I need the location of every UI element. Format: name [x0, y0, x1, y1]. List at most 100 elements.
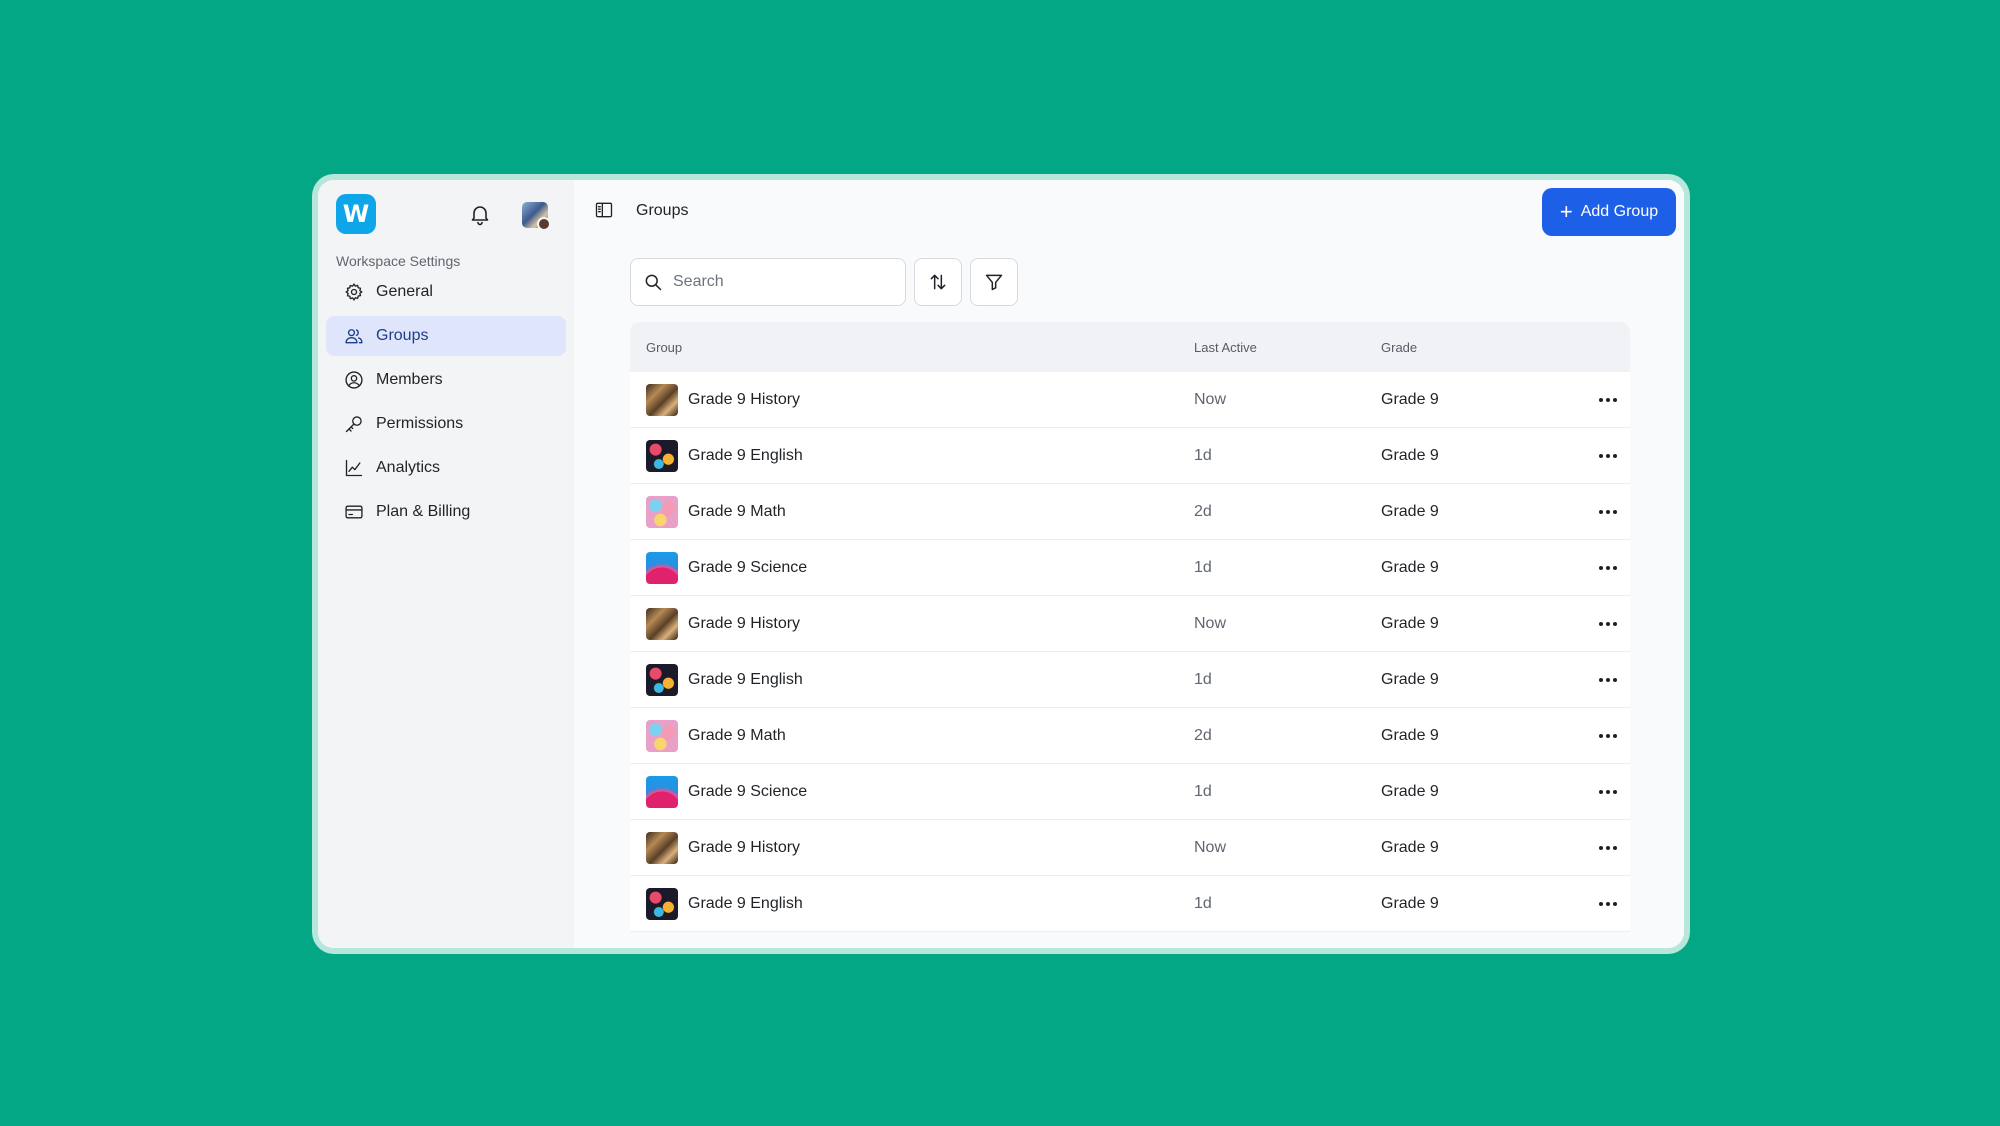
sidebar-item-permissions[interactable]: Permissions — [326, 404, 566, 444]
bell-icon[interactable] — [468, 202, 492, 226]
sidebar-item-label: Groups — [376, 327, 429, 344]
sidebar-item-analytics[interactable]: Analytics — [326, 448, 566, 488]
last-active-cell: 2d — [1194, 502, 1212, 520]
last-active-cell: Now — [1194, 838, 1227, 856]
more-horizontal-icon — [1599, 621, 1617, 626]
table-row[interactable]: Grade 9 Science 1d Grade 9 — [630, 540, 1630, 596]
sidebar-item-plan-billing[interactable]: Plan & Billing — [326, 492, 566, 532]
group-thumbnail — [646, 551, 678, 584]
sidebar-item-label: Plan & Billing — [376, 503, 471, 520]
group-cell: Grade 9 English — [630, 439, 1194, 472]
row-actions-button[interactable] — [1586, 901, 1630, 906]
group-thumbnail — [646, 495, 678, 528]
more-horizontal-icon — [1599, 565, 1617, 570]
group-name[interactable]: Grade 9 Science — [688, 783, 807, 801]
row-actions-button[interactable] — [1586, 453, 1630, 458]
group-name[interactable]: Grade 9 English — [688, 447, 803, 465]
last-active-cell: 1d — [1194, 446, 1212, 464]
row-actions-button[interactable] — [1586, 509, 1630, 514]
avatar[interactable] — [522, 202, 551, 231]
group-name[interactable]: Grade 9 Math — [688, 727, 786, 745]
column-header-last-active[interactable]: Last Active — [1194, 340, 1381, 355]
group-cell: Grade 9 Science — [630, 775, 1194, 808]
group-cell: Grade 9 Science — [630, 551, 1194, 584]
table-row[interactable]: Grade 9 English 1d Grade 9 — [630, 652, 1630, 708]
users-icon — [345, 329, 363, 344]
row-actions-button[interactable] — [1586, 845, 1630, 850]
sidebar-item-general[interactable]: General — [326, 272, 566, 312]
group-cell: Grade 9 History — [630, 607, 1194, 640]
grade-cell: Grade 9 — [1381, 558, 1439, 576]
group-thumbnail — [646, 719, 678, 752]
sidebar-item-label: General — [376, 283, 433, 300]
group-thumbnail — [646, 607, 678, 640]
row-actions-button[interactable] — [1586, 733, 1630, 738]
grade-cell: Grade 9 — [1381, 782, 1439, 800]
group-cell: Grade 9 English — [630, 663, 1194, 696]
table-row[interactable]: Grade 9 History Now Grade 9 — [630, 372, 1630, 428]
row-actions-button[interactable] — [1586, 397, 1630, 402]
group-name[interactable]: Grade 9 Math — [688, 503, 786, 521]
sidebar-item-label: Members — [376, 371, 443, 388]
table-row[interactable]: Grade 9 History Now Grade 9 — [630, 820, 1630, 876]
group-thumbnail — [646, 831, 678, 864]
app-logo[interactable]: W — [336, 194, 376, 234]
user-circle-icon — [345, 371, 363, 389]
last-active-cell: 1d — [1194, 894, 1212, 912]
table-row[interactable]: Grade 9 English 1d Grade 9 — [630, 428, 1630, 484]
sidebar-item-label: Permissions — [376, 415, 464, 432]
more-horizontal-icon — [1599, 509, 1617, 514]
table-row[interactable]: Grade 9 Science 1d Grade 9 — [630, 764, 1630, 820]
sidebar-item-label: Analytics — [376, 459, 441, 476]
column-header-grade[interactable]: Grade — [1381, 340, 1586, 355]
add-group-label: Add Group — [1580, 203, 1659, 220]
more-horizontal-icon — [1599, 901, 1617, 906]
group-thumbnail — [646, 775, 678, 808]
group-name[interactable]: Grade 9 English — [688, 671, 803, 689]
row-actions-button[interactable] — [1586, 677, 1630, 682]
more-horizontal-icon — [1599, 733, 1617, 738]
last-active-cell: Now — [1194, 390, 1227, 408]
last-active-cell: 2d — [1194, 726, 1212, 744]
app-frame: W Workspace Settings General Groups Memb… — [312, 174, 1690, 954]
group-name[interactable]: Grade 9 History — [688, 391, 800, 409]
group-cell: Grade 9 English — [630, 887, 1194, 920]
group-cell: Grade 9 Math — [630, 719, 1194, 752]
table-row[interactable]: Grade 9 English 1d Grade 9 — [630, 876, 1630, 932]
table-row[interactable]: Grade 9 Math 2d Grade 9 — [630, 484, 1630, 540]
search-input[interactable] — [673, 273, 893, 291]
last-active-cell: Now — [1194, 614, 1227, 632]
group-name[interactable]: Grade 9 English — [688, 895, 803, 913]
filter-button[interactable] — [970, 258, 1018, 306]
search-box[interactable] — [630, 258, 906, 306]
more-horizontal-icon — [1599, 677, 1617, 682]
last-active-cell: 1d — [1194, 782, 1212, 800]
group-name[interactable]: Grade 9 Science — [688, 559, 807, 577]
sidebar-nav: General Groups Members Permissions Analy… — [326, 272, 566, 532]
column-header-group[interactable]: Group — [630, 340, 1194, 355]
group-thumbnail — [646, 439, 678, 472]
row-actions-button[interactable] — [1586, 789, 1630, 794]
group-name[interactable]: Grade 9 History — [688, 615, 800, 633]
group-cell: Grade 9 History — [630, 831, 1194, 864]
last-active-cell: 1d — [1194, 670, 1212, 688]
app-window: W Workspace Settings General Groups Memb… — [318, 180, 1684, 948]
sidebar-toggle-icon[interactable] — [594, 200, 614, 220]
row-actions-button[interactable] — [1586, 565, 1630, 570]
sidebar-item-groups[interactable]: Groups — [326, 316, 566, 356]
group-name[interactable]: Grade 9 History — [688, 839, 800, 857]
table-row[interactable]: Grade 9 Math 2d Grade 9 — [630, 708, 1630, 764]
sidebar-item-members[interactable]: Members — [326, 360, 566, 400]
row-actions-button[interactable] — [1586, 621, 1630, 626]
sidebar-header: W — [326, 194, 566, 236]
more-horizontal-icon — [1599, 789, 1617, 794]
grade-cell: Grade 9 — [1381, 670, 1439, 688]
credit-card-icon — [345, 505, 363, 519]
filter-icon — [985, 274, 1003, 291]
table-row[interactable]: Grade 9 History Now Grade 9 — [630, 596, 1630, 652]
add-group-button[interactable]: + Add Group — [1542, 188, 1676, 236]
sort-button[interactable] — [914, 258, 962, 306]
more-horizontal-icon — [1599, 397, 1617, 402]
chart-line-icon — [345, 459, 363, 477]
group-cell: Grade 9 Math — [630, 495, 1194, 528]
